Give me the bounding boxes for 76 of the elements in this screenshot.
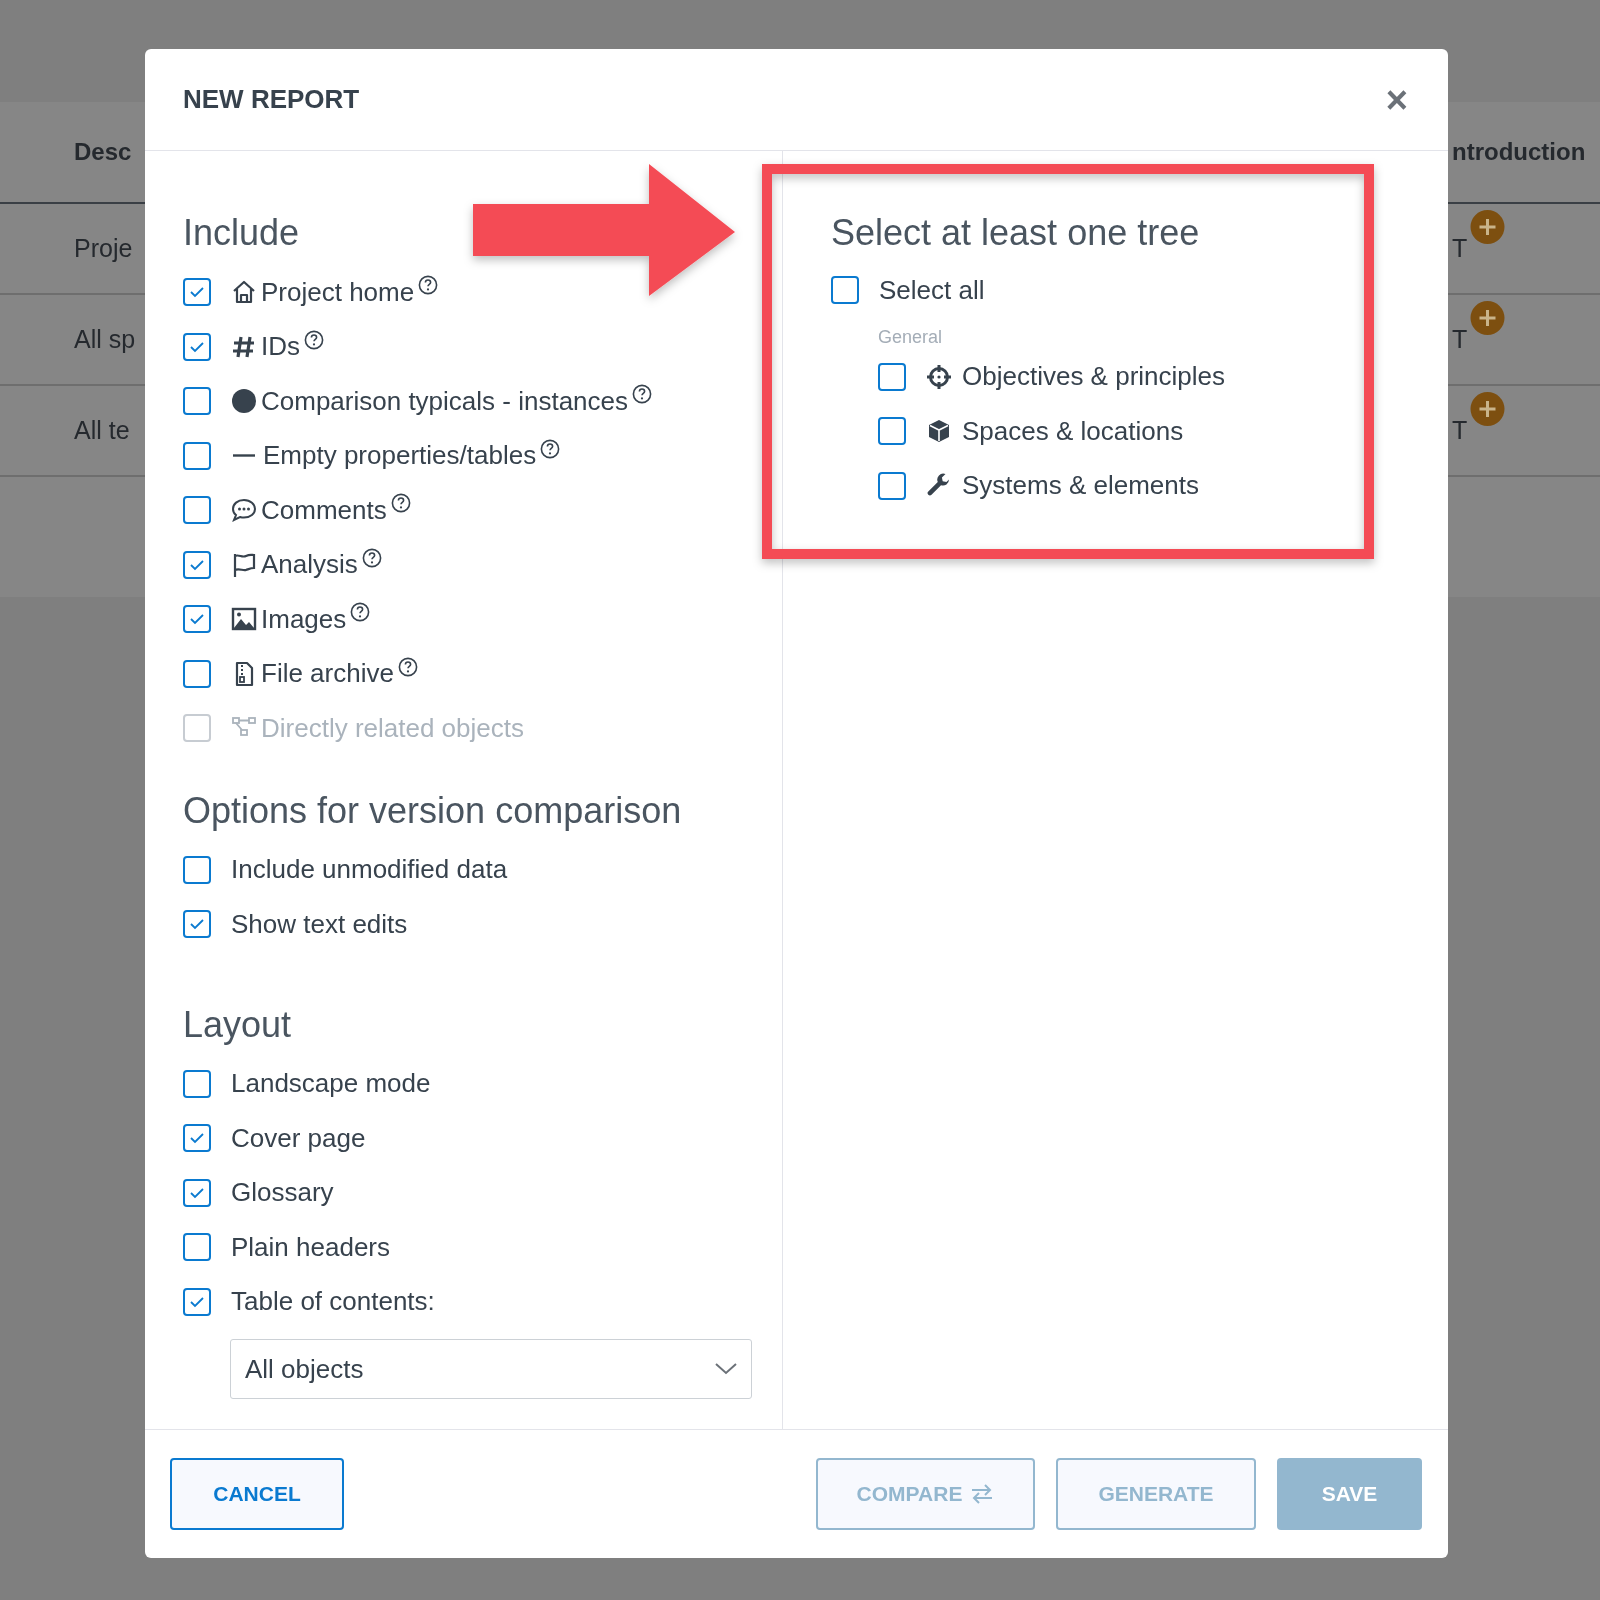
option-label[interactable]: Analysis	[261, 545, 358, 585]
option-label[interactable]: Comparison typicals - instances	[261, 381, 629, 421]
checkbox[interactable]	[183, 1124, 211, 1153]
checkbox[interactable]	[183, 605, 211, 634]
check-icon	[189, 558, 205, 571]
option-label[interactable]: Comments	[261, 490, 387, 530]
group-label: General	[878, 325, 944, 349]
house-icon	[231, 279, 257, 306]
close-button[interactable]: ×	[1383, 80, 1410, 119]
column-header: ntroduction	[1452, 138, 1586, 165]
option-label[interactable]: Images	[261, 599, 347, 639]
section-heading: Include	[183, 211, 301, 255]
checkbox[interactable]	[183, 441, 211, 470]
section-heading: Select at least one tree	[831, 211, 1201, 255]
plus-icon	[1469, 209, 1506, 244]
table-cell-text: All sp	[74, 323, 136, 355]
checkbox[interactable]	[183, 910, 211, 939]
checkbox[interactable]	[878, 471, 906, 500]
checkbox[interactable]	[183, 1287, 211, 1316]
table-cell: T	[1452, 233, 1468, 262]
checkbox[interactable]	[878, 417, 906, 446]
cancel-button[interactable]: CANCEL	[170, 1458, 344, 1530]
checkbox[interactable]	[183, 387, 211, 416]
option-label[interactable]: Spaces & locations	[962, 411, 1184, 451]
plus-icon	[1469, 391, 1506, 426]
check-icon	[189, 1132, 205, 1145]
checkbox[interactable]	[183, 550, 211, 579]
check-icon	[189, 1186, 205, 1199]
option-label[interactable]: Systems & elements	[962, 466, 1199, 506]
check-icon	[189, 340, 205, 353]
flag-icon	[231, 551, 257, 578]
option-label[interactable]: Plain headers	[231, 1227, 390, 1267]
checkbox[interactable]	[183, 496, 211, 525]
checkbox[interactable]	[183, 855, 211, 884]
cube-icon	[926, 418, 952, 445]
check-icon	[189, 613, 205, 626]
checkbox[interactable]	[831, 276, 859, 305]
checkbox[interactable]	[878, 362, 906, 391]
option-label[interactable]: File archive	[261, 654, 394, 694]
dropdown-field[interactable]: All objects	[230, 1339, 752, 1399]
option-label[interactable]: Objectives & principles	[962, 357, 1225, 397]
check-icon	[189, 918, 205, 931]
checkbox[interactable]	[183, 1069, 211, 1098]
dash-icon	[233, 454, 255, 458]
option-label[interactable]: Glossary	[231, 1173, 334, 1213]
section-heading: Options for version comparison	[183, 788, 683, 833]
dot-icon	[231, 388, 257, 415]
table-cell-text: Proje	[74, 232, 133, 264]
checkbox[interactable]	[183, 659, 211, 688]
chevron-icon	[715, 1363, 737, 1375]
table-cell: T	[1452, 324, 1468, 353]
option-label[interactable]: Include unmodified data	[231, 850, 508, 890]
check-icon	[189, 1295, 205, 1308]
check-icon	[189, 286, 205, 299]
checkbox[interactable]	[183, 332, 211, 361]
option-label[interactable]: Project home	[261, 272, 415, 312]
option-label[interactable]: IDs	[261, 327, 300, 367]
swap-arrows-icon	[970, 1483, 995, 1505]
option-label[interactable]: Select all	[879, 270, 985, 310]
section-heading: Layout	[183, 1002, 293, 1047]
option-label[interactable]: Landscape mode	[231, 1064, 431, 1104]
option-label[interactable]: Show text edits	[231, 904, 408, 944]
checkbox[interactable]	[183, 278, 211, 307]
option-label[interactable]: Table of contents:	[231, 1282, 435, 1322]
plus-icon	[1469, 300, 1506, 335]
option-label[interactable]: Cover page	[231, 1118, 366, 1158]
speech-bubble-icon	[231, 497, 257, 524]
image-icon	[231, 606, 257, 633]
checkbox[interactable]	[183, 1233, 211, 1262]
table-cell-text: All te	[74, 414, 130, 446]
crosshair-icon	[926, 363, 952, 390]
dialog-title: NEW REPORT	[183, 83, 360, 116]
column-header: Desc	[74, 137, 132, 167]
table-cell: T	[1452, 415, 1468, 444]
checkbox[interactable]	[183, 1178, 211, 1207]
option-label[interactable]: Empty properties/tables	[263, 436, 537, 476]
